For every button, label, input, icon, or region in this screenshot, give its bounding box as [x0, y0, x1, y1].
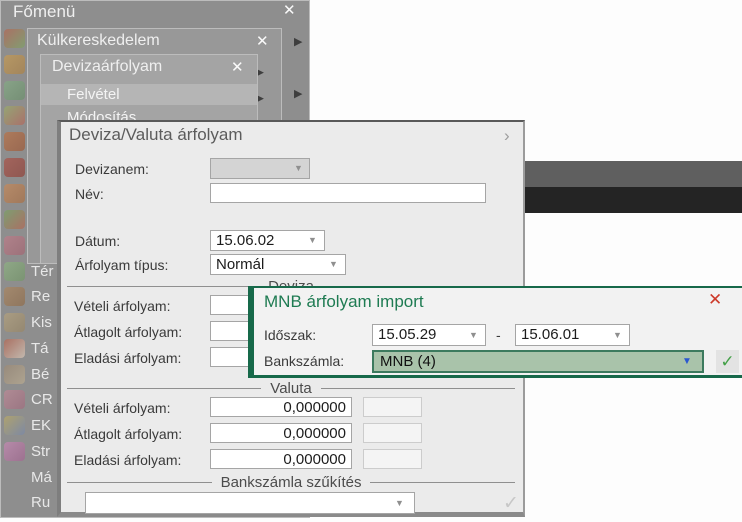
dropdown-arrow-blue-icon: ▼: [682, 356, 692, 367]
dropdown-arrow-icon: ▼: [308, 235, 317, 245]
chevron-right-icon[interactable]: ›: [504, 127, 510, 144]
package-icon[interactable]: [4, 287, 25, 306]
sidebar-item-re[interactable]: Re: [31, 287, 50, 307]
cube-icon[interactable]: [4, 442, 25, 461]
sidebar-item-ma[interactable]: Má: [31, 468, 52, 488]
legend-line: [67, 388, 262, 389]
valuta-eladasi-label: Eladási árfolyam:: [74, 452, 182, 468]
valuta-eladasi-extra-input[interactable]: [363, 449, 422, 469]
sidebar-item-kis[interactable]: Kis: [31, 313, 52, 333]
legend-line: [370, 482, 516, 483]
fomenu-title: Főmenü: [13, 2, 76, 21]
home-finance-icon[interactable]: [4, 365, 25, 384]
legend-line: [320, 388, 516, 389]
box-icon[interactable]: [4, 132, 25, 151]
app-screen: Főmenü ✕ Tér Re Kis Tá Bé CR EK Str Má R…: [0, 0, 742, 522]
legend-line: [67, 482, 212, 483]
check-icon: ✓: [720, 352, 735, 371]
date-separator: -: [496, 327, 501, 343]
dropdown-arrow-icon: ▼: [613, 330, 622, 340]
valuta-legend: Valuta: [67, 380, 516, 397]
house-icon[interactable]: [4, 339, 25, 358]
bankszamla-dropdown[interactable]: MNB (4): [372, 350, 704, 373]
books-icon[interactable]: [4, 313, 25, 332]
apply-check-icon-disabled: ✓: [503, 493, 519, 514]
devizanem-label: Devizanem:: [75, 161, 149, 177]
bankszamla-szukites-legend: Bankszámla szűkítés: [67, 474, 516, 491]
valuta-atlagolt-label: Átlagolt árfolyam:: [74, 426, 183, 442]
submenu-arrow-icon: ▶: [294, 88, 303, 100]
deviza-atlagolt-label: Átlagolt árfolyam:: [74, 324, 183, 340]
dropdown-arrow-icon: ▼: [395, 498, 404, 508]
nev-input[interactable]: [210, 183, 486, 203]
chart-bars-icon[interactable]: [4, 210, 25, 229]
valuta-atlagolt-input[interactable]: 0,000000: [210, 423, 352, 443]
book-icon[interactable]: [4, 158, 25, 177]
mnb-dialog-title: MNB árfolyam import: [264, 292, 424, 311]
sidebar-item-ter[interactable]: Tér: [31, 262, 54, 282]
candy-icon[interactable]: [4, 106, 25, 125]
mnb-close-icon[interactable]: ✕: [708, 291, 722, 308]
deviza-eladasi-label: Eladási árfolyam:: [74, 350, 182, 366]
cart-icon[interactable]: [4, 55, 25, 74]
devizaarfolyam-title: Devizaárfolyam: [52, 58, 163, 75]
kulkereskedelem-title: Külkereskedelem: [37, 32, 160, 49]
dropdown-arrow-icon: ▼: [294, 163, 303, 173]
nev-label: Név:: [75, 186, 104, 202]
monitor-icon[interactable]: [4, 184, 25, 203]
submenu-arrow-icon: ▶: [257, 67, 264, 77]
valuta-veteli-input[interactable]: 0,000000: [210, 397, 352, 417]
sidebar-item-ta[interactable]: Tá: [31, 339, 49, 359]
idoszak-label: Időszak:: [264, 327, 317, 343]
submenu-arrow-icon: ▶: [257, 93, 264, 103]
people-icon[interactable]: [4, 390, 25, 409]
landscape-icon[interactable]: [4, 262, 25, 281]
submenu-arrow-icon: ▶: [294, 36, 303, 48]
valuta-eladasi-input[interactable]: 0,000000: [210, 449, 352, 469]
valuta-veteli-label: Vételi árfolyam:: [74, 400, 171, 416]
folders-icon[interactable]: [4, 416, 25, 435]
flag-icon[interactable]: [4, 81, 25, 100]
devizaarfolyam-close-icon[interactable]: ✕: [231, 60, 244, 75]
dialog-title: Deviza/Valuta árfolyam: [69, 125, 243, 144]
person-icon[interactable]: [4, 236, 25, 255]
legend-line: [67, 286, 260, 287]
dropdown-arrow-icon: ▼: [329, 259, 338, 269]
dropdown-arrow-icon: ▼: [469, 330, 478, 340]
datum-label: Dátum:: [75, 233, 121, 249]
sidebar-item-be[interactable]: Bé: [31, 365, 49, 385]
bankszamla-label: Bankszámla:: [264, 353, 345, 369]
menu-item-felvetel[interactable]: Felvétel: [67, 85, 120, 105]
deviza-veteli-label: Vételi árfolyam:: [74, 298, 171, 314]
bankszamla-szukites-dropdown[interactable]: [85, 492, 415, 514]
fomenu-close-icon[interactable]: ✕: [283, 3, 296, 18]
confirm-import-button[interactable]: ✓: [716, 350, 739, 373]
arfolyam-tipus-dropdown[interactable]: Normál: [210, 254, 346, 275]
basket-icon[interactable]: [4, 29, 25, 48]
dialog-mnb-arfolyam-import: MNB árfolyam import ✕ Időszak: 15.05.29 …: [248, 286, 742, 378]
sidebar-item-ek[interactable]: EK: [31, 416, 51, 436]
sidebar-item-ru[interactable]: Ru: [31, 493, 50, 513]
sidebar-item-cr[interactable]: CR: [31, 390, 53, 410]
kulkereskedelem-close-icon[interactable]: ✕: [256, 34, 269, 49]
valuta-veteli-extra-input[interactable]: [363, 397, 422, 417]
sidebar-item-str[interactable]: Str: [31, 442, 50, 462]
valuta-atlagolt-extra-input[interactable]: [363, 423, 422, 443]
arfolyam-tipus-label: Árfolyam típus:: [75, 257, 169, 273]
